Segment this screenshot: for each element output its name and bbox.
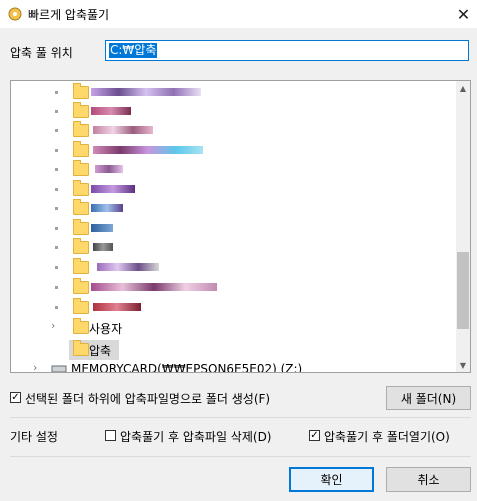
blurred-label — [93, 303, 141, 311]
tree-item-label: MEMORYCARD(₩₩EPSON6E5E02) (Z:) — [71, 362, 303, 373]
blurred-label — [91, 185, 135, 193]
tree-item-users[interactable]: › 사용자 — [11, 318, 456, 338]
tree-item-label: 사용자 — [89, 322, 123, 336]
vertical-scrollbar[interactable]: ▲ ▼ — [456, 81, 470, 372]
tree-bullet — [55, 246, 58, 249]
close-button[interactable]: ✕ — [450, 0, 477, 28]
blurred-label — [93, 146, 203, 154]
tree-bullet — [55, 110, 58, 113]
folder-icon — [73, 102, 89, 118]
tree-item-selected[interactable]: 압축 — [11, 340, 456, 360]
tree-row[interactable] — [11, 278, 456, 298]
tree-item-label: 압축 — [89, 344, 112, 358]
blurred-label — [97, 263, 159, 271]
tree-row[interactable] — [11, 160, 456, 180]
new-folder-button[interactable]: 새 폴더(N) — [386, 386, 471, 410]
tree-row[interactable] — [11, 180, 456, 200]
chevron-right-icon[interactable]: › — [33, 361, 37, 372]
scroll-up-arrow-icon[interactable]: ▲ — [456, 81, 470, 95]
blurred-label — [95, 165, 123, 173]
tree-bullet — [55, 129, 58, 132]
tree-bullet — [55, 286, 58, 289]
blurred-label — [91, 204, 123, 212]
tree-bullet — [55, 227, 58, 230]
blurred-label — [93, 126, 153, 134]
folder-icon — [73, 83, 89, 99]
check-icon: ✓ — [310, 429, 319, 441]
chevron-right-icon[interactable]: › — [51, 319, 55, 332]
tree-bullet — [55, 149, 58, 152]
tree-bullet — [55, 188, 58, 191]
path-label: 압축 풀 위치 — [10, 46, 73, 60]
tree-row[interactable] — [11, 199, 456, 219]
delete-after-checkbox[interactable] — [105, 430, 116, 441]
folder-tree[interactable]: › 사용자 압축 › MEMORYCARD(₩₩EPSON6E5E02) (Z:… — [10, 80, 471, 373]
tree-row[interactable] — [11, 298, 456, 318]
folder-icon — [73, 298, 89, 314]
title-bar: 빠르게 압축풀기 ✕ — [0, 0, 477, 28]
create-folder-label: 선택된 폴더 하위에 압축파일명으로 폴더 생성(F) — [25, 392, 271, 406]
close-icon: ✕ — [456, 4, 471, 24]
open-folder-checkbox[interactable]: ✓ — [309, 430, 320, 441]
tree-item-memorycard[interactable]: › MEMORYCARD(₩₩EPSON6E5E02) (Z:) — [11, 360, 456, 373]
folder-icon — [73, 180, 89, 196]
tree-bullet — [55, 168, 58, 171]
tree-row[interactable] — [11, 219, 456, 239]
ok-button[interactable]: 확인 — [289, 467, 374, 492]
tree-row[interactable] — [11, 121, 456, 141]
folder-icon — [73, 278, 89, 294]
blurred-label — [91, 224, 113, 232]
folder-icon — [73, 199, 89, 215]
tree-bullet — [55, 207, 58, 210]
folder-icon — [73, 258, 89, 274]
tree-bullet — [55, 266, 58, 269]
tree-row[interactable] — [11, 238, 456, 258]
scroll-down-arrow-icon[interactable]: ▼ — [456, 358, 470, 372]
tree-row[interactable] — [11, 141, 456, 161]
tree-bullet — [55, 306, 58, 309]
window-title: 빠르게 압축풀기 — [28, 8, 110, 22]
tree-bullet — [55, 91, 58, 94]
path-value: C:₩압축 — [109, 43, 158, 58]
blurred-label — [93, 243, 113, 251]
app-icon — [8, 7, 22, 21]
folder-icon — [73, 160, 89, 176]
cancel-button[interactable]: 취소 — [386, 467, 471, 492]
tree-row[interactable] — [11, 102, 456, 122]
divider — [10, 456, 471, 457]
path-input[interactable]: C:₩압축 — [105, 40, 469, 61]
folder-icon — [73, 238, 89, 254]
check-icon: ✓ — [11, 391, 20, 403]
create-folder-checkbox[interactable]: ✓ — [10, 392, 21, 403]
blurred-label — [91, 107, 131, 115]
folder-icon — [73, 318, 89, 334]
tree-row[interactable] — [11, 83, 456, 103]
folder-icon — [73, 121, 89, 137]
scroll-thumb[interactable] — [457, 252, 469, 329]
folder-icon — [73, 340, 89, 356]
blurred-label — [91, 283, 217, 291]
network-drive-icon — [51, 365, 67, 372]
folder-icon — [73, 141, 89, 157]
other-settings-label: 기타 설정 — [10, 430, 58, 444]
open-folder-label: 압축풀기 후 폴더열기(O) — [324, 430, 450, 444]
divider — [10, 417, 471, 418]
tree-row[interactable] — [11, 258, 456, 278]
folder-icon — [73, 219, 89, 235]
delete-after-label: 압축풀기 후 압축파일 삭제(D) — [120, 430, 272, 444]
blurred-label — [91, 88, 201, 96]
